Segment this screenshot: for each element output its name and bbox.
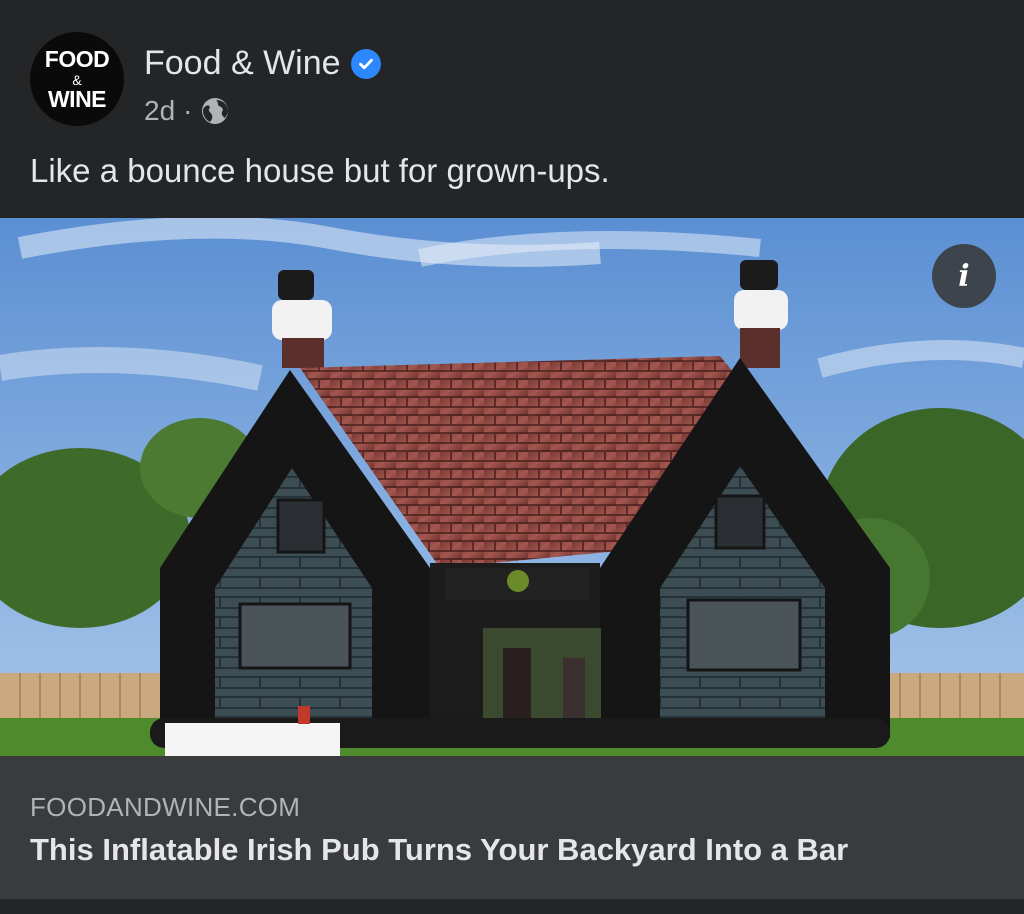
post-caption: Like a bounce house but for grown-ups. <box>30 152 610 189</box>
post-bottom-divider <box>0 899 1024 914</box>
verified-badge-icon <box>350 48 381 79</box>
link-title[interactable]: This Inflatable Irish Pub Turns Your Bac… <box>30 832 848 868</box>
meta-separator: · <box>183 95 193 126</box>
post-timestamp[interactable]: 2d <box>144 95 175 127</box>
page-avatar[interactable]: FOOD & WINE <box>30 32 124 126</box>
globe-icon[interactable] <box>200 96 230 126</box>
post-header: FOOD & WINE Food & Wine 2d · Like a boun… <box>0 0 1024 218</box>
post-meta: 2d · <box>144 95 230 127</box>
page-name-row: Food & Wine <box>144 44 381 83</box>
link-domain: FOODANDWINE.COM <box>30 792 301 822</box>
avatar-text-amp: & <box>72 71 82 88</box>
link-preview-card[interactable]: FOODANDWINE.COM This Inflatable Irish Pu… <box>0 756 1024 899</box>
facebook-post: FOOD & WINE Food & Wine 2d · Like a boun… <box>0 0 1024 914</box>
avatar-text-food: FOOD <box>44 45 110 72</box>
page-name-link[interactable]: Food & Wine <box>144 44 341 83</box>
avatar-text-wine: WINE <box>47 85 107 112</box>
info-icon[interactable]: i <box>932 244 996 308</box>
post-image[interactable] <box>0 218 1024 756</box>
